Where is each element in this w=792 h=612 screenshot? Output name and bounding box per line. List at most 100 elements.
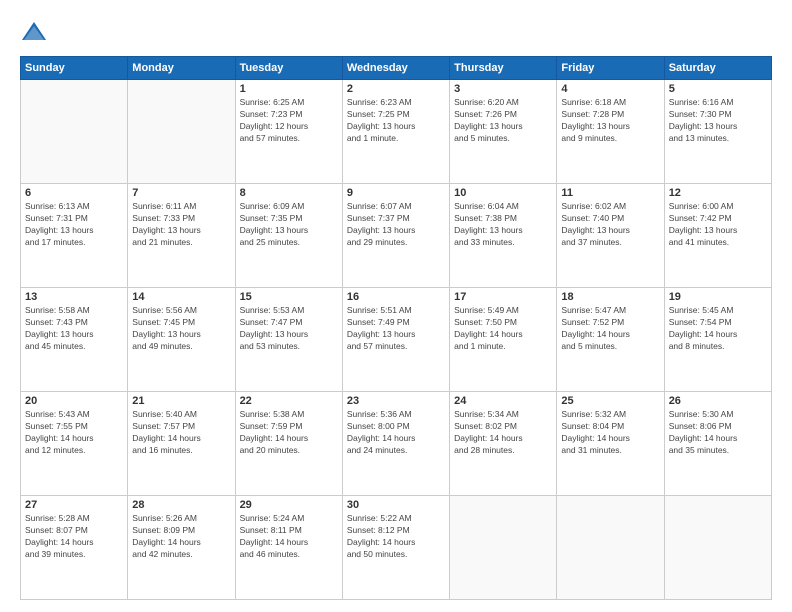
- calendar-cell: 18Sunrise: 5:47 AM Sunset: 7:52 PM Dayli…: [557, 288, 664, 392]
- calendar-cell: 17Sunrise: 5:49 AM Sunset: 7:50 PM Dayli…: [450, 288, 557, 392]
- calendar-week-4: 27Sunrise: 5:28 AM Sunset: 8:07 PM Dayli…: [21, 496, 772, 600]
- calendar-cell: 19Sunrise: 5:45 AM Sunset: 7:54 PM Dayli…: [664, 288, 771, 392]
- calendar-cell: 8 Sunrise: 6:09 AM Sunset: 7:35 PM Daylig…: [235, 184, 342, 288]
- day-number: 20: [25, 395, 123, 407]
- calendar-cell: 9 Sunrise: 6:07 AM Sunset: 7:37 PM Daylig…: [342, 184, 449, 288]
- calendar-cell: 10 Sunrise: 6:04 AM Sunset: 7:38 PM Dayli…: [450, 184, 557, 288]
- day-number: 9: [347, 187, 445, 199]
- day-number: 11: [561, 187, 659, 199]
- calendar-week-1: 6Sunrise: 6:13 AM Sunset: 7:31 PM Daylig…: [21, 184, 772, 288]
- day-info: Sunrise: 6:09 AM Sunset: 7:35 PM Dayligh…: [240, 201, 338, 249]
- day-info: Sunrise: 6:02 AM Sunset: 7:40 PM Dayligh…: [561, 201, 659, 249]
- day-number: 10: [454, 187, 552, 199]
- day-info: Sunrise: 5:45 AM Sunset: 7:54 PM Dayligh…: [669, 305, 767, 353]
- day-info: Sunrise: 5:40 AM Sunset: 7:57 PM Dayligh…: [132, 409, 230, 457]
- logo: [20, 18, 52, 46]
- day-number: 30: [347, 499, 445, 511]
- day-info: Sunrise: 6:20 AM Sunset: 7:26 PM Dayligh…: [454, 97, 552, 145]
- calendar-cell: 5 Sunrise: 6:16 AM Sunset: 7:30 PM Daylig…: [664, 80, 771, 184]
- day-number: 16: [347, 291, 445, 303]
- day-info: Sunrise: 5:47 AM Sunset: 7:52 PM Dayligh…: [561, 305, 659, 353]
- calendar-week-0: 1 Sunrise: 6:25 AM Sunset: 7:23 PM Daylig…: [21, 80, 772, 184]
- calendar-week-3: 20 Sunrise: 5:43 AM Sunset: 7:55 PM Dayli…: [21, 392, 772, 496]
- day-info: Sunrise: 6:23 AM Sunset: 7:25 PM Dayligh…: [347, 97, 445, 145]
- day-number: 5: [669, 83, 767, 95]
- day-number: 24: [454, 395, 552, 407]
- day-number: 13: [25, 291, 123, 303]
- day-number: 29: [240, 499, 338, 511]
- day-info: Sunrise: 5:58 AM Sunset: 7:43 PM Dayligh…: [25, 305, 123, 353]
- day-info: Sunrise: 5:32 AM Sunset: 8:04 PM Dayligh…: [561, 409, 659, 457]
- day-info: Sunrise: 5:56 AM Sunset: 7:45 PM Dayligh…: [132, 305, 230, 353]
- day-info: Sunrise: 5:36 AM Sunset: 8:00 PM Dayligh…: [347, 409, 445, 457]
- day-number: 1: [240, 83, 338, 95]
- calendar-cell: 6Sunrise: 6:13 AM Sunset: 7:31 PM Daylig…: [21, 184, 128, 288]
- day-info: Sunrise: 6:25 AM Sunset: 7:23 PM Dayligh…: [240, 97, 338, 145]
- day-number: 23: [347, 395, 445, 407]
- day-number: 12: [669, 187, 767, 199]
- calendar-cell: 20 Sunrise: 5:43 AM Sunset: 7:55 PM Dayli…: [21, 392, 128, 496]
- calendar-cell: 21 Sunrise: 5:40 AM Sunset: 7:57 PM Dayli…: [128, 392, 235, 496]
- day-info: Sunrise: 6:07 AM Sunset: 7:37 PM Dayligh…: [347, 201, 445, 249]
- calendar-cell: 2 Sunrise: 6:23 AM Sunset: 7:25 PM Daylig…: [342, 80, 449, 184]
- day-info: Sunrise: 5:38 AM Sunset: 7:59 PM Dayligh…: [240, 409, 338, 457]
- day-number: 3: [454, 83, 552, 95]
- day-info: Sunrise: 6:16 AM Sunset: 7:30 PM Dayligh…: [669, 97, 767, 145]
- day-number: 17: [454, 291, 552, 303]
- day-info: Sunrise: 5:30 AM Sunset: 8:06 PM Dayligh…: [669, 409, 767, 457]
- day-info: Sunrise: 5:26 AM Sunset: 8:09 PM Dayligh…: [132, 513, 230, 561]
- calendar-cell: 25Sunrise: 5:32 AM Sunset: 8:04 PM Dayli…: [557, 392, 664, 496]
- calendar-week-2: 13 Sunrise: 5:58 AM Sunset: 7:43 PM Dayli…: [21, 288, 772, 392]
- calendar-header-thursday: Thursday: [450, 57, 557, 80]
- day-number: 8: [240, 187, 338, 199]
- calendar-header-wednesday: Wednesday: [342, 57, 449, 80]
- calendar-cell: [21, 80, 128, 184]
- calendar-table: SundayMondayTuesdayWednesdayThursdayFrid…: [20, 56, 772, 600]
- calendar-cell: 28 Sunrise: 5:26 AM Sunset: 8:09 PM Dayli…: [128, 496, 235, 600]
- calendar-cell: 27Sunrise: 5:28 AM Sunset: 8:07 PM Dayli…: [21, 496, 128, 600]
- calendar-cell: 30 Sunrise: 5:22 AM Sunset: 8:12 PM Dayli…: [342, 496, 449, 600]
- calendar-cell: 29Sunrise: 5:24 AM Sunset: 8:11 PM Dayli…: [235, 496, 342, 600]
- day-info: Sunrise: 6:13 AM Sunset: 7:31 PM Dayligh…: [25, 201, 123, 249]
- day-info: Sunrise: 6:00 AM Sunset: 7:42 PM Dayligh…: [669, 201, 767, 249]
- day-number: 26: [669, 395, 767, 407]
- day-info: Sunrise: 5:22 AM Sunset: 8:12 PM Dayligh…: [347, 513, 445, 561]
- calendar-cell: [557, 496, 664, 600]
- calendar-header-saturday: Saturday: [664, 57, 771, 80]
- logo-icon: [20, 18, 48, 46]
- day-info: Sunrise: 6:18 AM Sunset: 7:28 PM Dayligh…: [561, 97, 659, 145]
- day-number: 14: [132, 291, 230, 303]
- day-number: 28: [132, 499, 230, 511]
- calendar-header-tuesday: Tuesday: [235, 57, 342, 80]
- day-info: Sunrise: 6:04 AM Sunset: 7:38 PM Dayligh…: [454, 201, 552, 249]
- calendar-cell: [664, 496, 771, 600]
- calendar-cell: 1 Sunrise: 6:25 AM Sunset: 7:23 PM Daylig…: [235, 80, 342, 184]
- calendar-cell: 26 Sunrise: 5:30 AM Sunset: 8:06 PM Dayli…: [664, 392, 771, 496]
- calendar-header-friday: Friday: [557, 57, 664, 80]
- calendar-cell: [450, 496, 557, 600]
- day-number: 2: [347, 83, 445, 95]
- calendar-header-monday: Monday: [128, 57, 235, 80]
- calendar-cell: 7Sunrise: 6:11 AM Sunset: 7:33 PM Daylig…: [128, 184, 235, 288]
- calendar-header-row: SundayMondayTuesdayWednesdayThursdayFrid…: [21, 57, 772, 80]
- calendar-cell: [128, 80, 235, 184]
- calendar-cell: 22 Sunrise: 5:38 AM Sunset: 7:59 PM Dayli…: [235, 392, 342, 496]
- day-info: Sunrise: 5:43 AM Sunset: 7:55 PM Dayligh…: [25, 409, 123, 457]
- calendar-cell: 3 Sunrise: 6:20 AM Sunset: 7:26 PM Daylig…: [450, 80, 557, 184]
- calendar-cell: 24Sunrise: 5:34 AM Sunset: 8:02 PM Dayli…: [450, 392, 557, 496]
- calendar-cell: 12 Sunrise: 6:00 AM Sunset: 7:42 PM Dayli…: [664, 184, 771, 288]
- calendar-cell: 15 Sunrise: 5:53 AM Sunset: 7:47 PM Dayli…: [235, 288, 342, 392]
- day-info: Sunrise: 5:51 AM Sunset: 7:49 PM Dayligh…: [347, 305, 445, 353]
- calendar-header-sunday: Sunday: [21, 57, 128, 80]
- day-number: 21: [132, 395, 230, 407]
- calendar-cell: 11 Sunrise: 6:02 AM Sunset: 7:40 PM Dayli…: [557, 184, 664, 288]
- calendar-cell: 13 Sunrise: 5:58 AM Sunset: 7:43 PM Dayli…: [21, 288, 128, 392]
- page: SundayMondayTuesdayWednesdayThursdayFrid…: [0, 0, 792, 612]
- day-number: 15: [240, 291, 338, 303]
- calendar-cell: 23 Sunrise: 5:36 AM Sunset: 8:00 PM Dayli…: [342, 392, 449, 496]
- day-info: Sunrise: 5:53 AM Sunset: 7:47 PM Dayligh…: [240, 305, 338, 353]
- day-number: 22: [240, 395, 338, 407]
- calendar-cell: 16 Sunrise: 5:51 AM Sunset: 7:49 PM Dayli…: [342, 288, 449, 392]
- day-number: 4: [561, 83, 659, 95]
- day-number: 27: [25, 499, 123, 511]
